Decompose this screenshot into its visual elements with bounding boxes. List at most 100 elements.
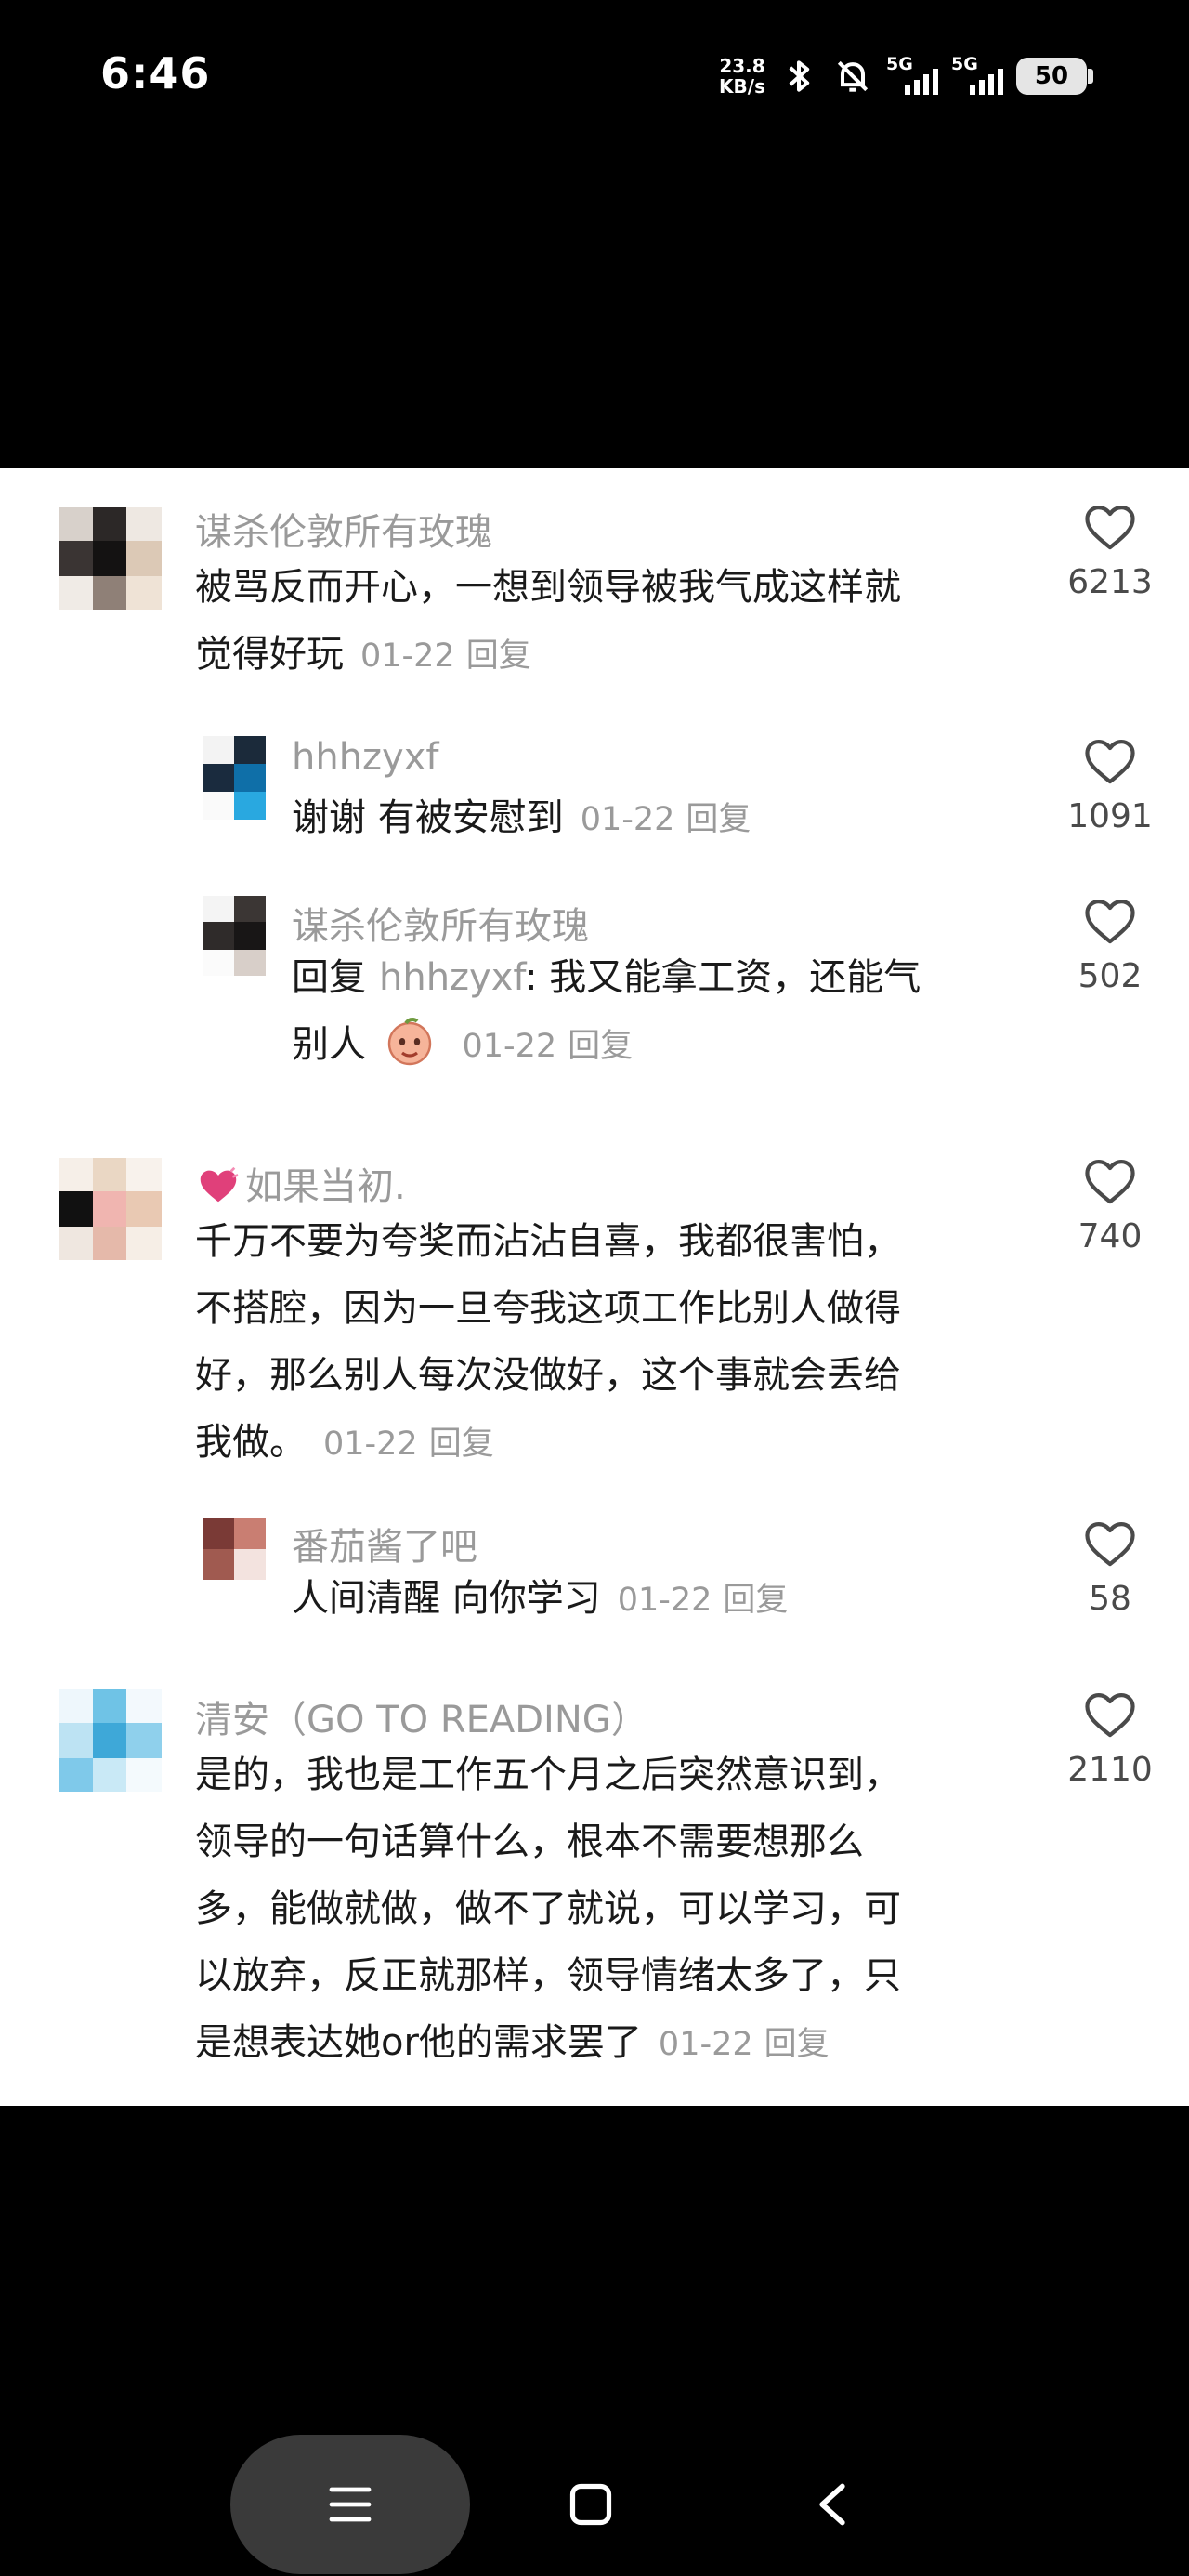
comment-list: 谋杀伦敦所有玫瑰 被骂反而开心，一想到领导被我气成这样就 觉得好玩 01-22 回复…	[0, 468, 1189, 2106]
reply-line-text: 谢谢 有被安慰到	[292, 796, 564, 839]
avatar[interactable]	[59, 507, 162, 610]
avatar[interactable]	[203, 736, 266, 820]
home-button[interactable]	[535, 2435, 647, 2574]
comment-line: 好，那么别人每次没做好，这个事就会丢给	[195, 1354, 901, 1397]
reply-line: 回复 hhhzyxf: 我又能拿工资，还能气	[292, 944, 1035, 1011]
reply-text: 回复 hhhzyxf: 我又能拿工资，还能气 别人 01-22 回复	[292, 944, 1035, 1080]
comment-line: 多，能做就做，做不了就说，可以学习，可	[195, 1887, 901, 1930]
network-speed-value: 23.8	[719, 55, 765, 77]
like-button[interactable]: 1091	[1059, 736, 1161, 835]
like-button[interactable]: 58	[1059, 1518, 1161, 1618]
reply-username[interactable]: 番茄酱了吧	[292, 1517, 477, 1571]
reply-text: 人间清醒 向你学习 01-22 回复	[292, 1565, 1035, 1634]
reply-target-username[interactable]: hhhzyxf	[379, 956, 525, 999]
comment-item: 谋杀伦敦所有玫瑰 被骂反而开心，一想到领导被我气成这样就 觉得好玩 01-22 回复…	[0, 468, 1189, 710]
status-icons: 23.8 KB/s 5G 5G 50	[719, 52, 1093, 100]
heart-outline-icon	[1085, 1693, 1135, 1738]
reply-button[interactable]: 回复	[568, 1028, 633, 1065]
heart-outline-icon	[1085, 740, 1135, 784]
menu-icon	[329, 2487, 372, 2522]
signal-sim2: 5G	[951, 54, 1003, 99]
comment-username-row[interactable]: 如果当初.	[195, 1156, 406, 1210]
comment-date: 01-22	[323, 1426, 418, 1463]
comment-line-text: 我做。	[195, 1421, 307, 1464]
avatar[interactable]	[203, 1518, 266, 1580]
peach-emoji	[387, 1018, 431, 1066]
avatar[interactable]	[59, 1158, 162, 1260]
navigation-bar	[0, 2435, 1189, 2576]
comment-date: 01-22	[462, 1028, 557, 1065]
reply-line-text: : 我又能拿工资，还能气	[525, 956, 921, 999]
comment-line: 我做。 01-22 回复	[195, 1409, 1031, 1478]
comment-line: 千万不要为夸奖而沾沾自喜，我都很害怕，	[195, 1220, 901, 1263]
comment-line: 是想表达她or他的需求罢了 01-22 回复	[195, 2009, 1031, 2078]
bell-muted-icon	[837, 60, 869, 92]
avatar[interactable]	[203, 896, 266, 976]
reply-username[interactable]: hhhzyxf	[292, 736, 438, 779]
comment-line-text: 觉得好玩	[195, 633, 344, 676]
status-bar: 6:46 23.8 KB/s 5G 5G 50	[0, 0, 1189, 158]
like-button[interactable]: 6213	[1059, 502, 1161, 601]
heart-outline-icon	[1085, 900, 1135, 944]
like-count: 58	[1089, 1580, 1131, 1618]
comment-item: 如果当初. 千万不要为夸奖而沾沾自喜，我都很害怕， 不搭腔，因为一旦夸我这项工作…	[0, 1137, 1189, 1491]
like-count: 502	[1078, 957, 1143, 995]
reply-button[interactable]: 回复	[723, 1582, 788, 1619]
comment-date: 01-22	[658, 2026, 753, 2063]
avatar[interactable]	[59, 1689, 162, 1792]
reply-line-text: 别人	[292, 1023, 366, 1066]
bluetooth-icon	[789, 60, 810, 92]
heart-outline-icon	[1085, 1522, 1135, 1567]
heart-outline-icon	[1085, 506, 1135, 550]
battery-indicator: 50	[1016, 58, 1093, 95]
comment-line: 是的，我也是工作五个月之后突然意识到，	[195, 1754, 901, 1796]
comment-line: 领导的一句话算什么，根本不需要想那么	[195, 1820, 864, 1863]
reply-button[interactable]: 回复	[429, 1426, 494, 1463]
comment-text: 千万不要为夸奖而沾沾自喜，我都很害怕， 不搭腔，因为一旦夸我这项工作比别人做得 …	[195, 1208, 1031, 1478]
comment-username[interactable]: 如果当初.	[245, 1165, 406, 1208]
reply-item: hhhzyxf 谢谢 有被安慰到 01-22 回复 1091	[0, 719, 1189, 859]
like-button[interactable]: 502	[1059, 896, 1161, 995]
reply-username[interactable]: 谋杀伦敦所有玫瑰	[292, 896, 589, 950]
reply-text: 谢谢 有被安慰到 01-22 回复	[292, 784, 1035, 853]
comment-date: 01-22	[617, 1582, 712, 1619]
back-chevron-icon	[819, 2483, 845, 2526]
like-count: 2110	[1067, 1751, 1153, 1789]
network-speed-unit: KB/s	[719, 75, 765, 98]
reply-line: 谢谢 有被安慰到 01-22 回复	[292, 784, 1035, 853]
network-speed: 23.8 KB/s	[719, 56, 765, 97]
comment-line: 不搭腔，因为一旦夸我这项工作比别人做得	[195, 1287, 901, 1330]
comment-date: 01-22	[580, 801, 675, 838]
comment-text: 是的，我也是工作五个月之后突然意识到， 领导的一句话算什么，根本不需要想那么 多…	[195, 1741, 1031, 2078]
reply-button[interactable]: 回复	[764, 2026, 830, 2063]
signal-bars-icon	[970, 69, 1003, 95]
comment-text: 被骂反而开心，一想到领导被我气成这样就 觉得好玩 01-22 回复	[195, 554, 1031, 690]
reply-line: 人间清醒 向你学习 01-22 回复	[292, 1565, 1035, 1634]
reply-prefix: 回复	[292, 956, 366, 999]
comment-item: 清安（GO TO READING） 是的，我也是工作五个月之后突然意识到， 领导…	[0, 1673, 1189, 2100]
like-count: 1091	[1067, 797, 1153, 835]
like-button[interactable]: 2110	[1059, 1689, 1161, 1789]
battery-level: 50	[1034, 62, 1069, 90]
signal-bars-icon	[905, 69, 938, 95]
like-count: 6213	[1067, 563, 1153, 601]
reply-line-text: 人间清醒 向你学习	[292, 1577, 601, 1620]
square-home-icon	[569, 2483, 612, 2526]
like-count: 740	[1078, 1217, 1143, 1255]
reply-line: 别人 01-22 回复	[292, 1011, 1035, 1080]
comment-date: 01-22	[360, 637, 455, 675]
reply-button[interactable]: 回复	[466, 637, 531, 675]
comment-line: 以放弃，反正就那样，领导情绪太多了，只	[195, 1954, 901, 1997]
comment-username[interactable]: 谋杀伦敦所有玫瑰	[195, 502, 492, 556]
comment-username[interactable]: 清安（GO TO READING）	[195, 1689, 648, 1743]
like-button[interactable]: 740	[1059, 1156, 1161, 1255]
status-time: 6:46	[100, 48, 211, 99]
comment-line-text: 是想表达她or他的需求罢了	[195, 2021, 642, 2064]
comment-line: 觉得好玩 01-22 回复	[195, 621, 1031, 690]
signal-sim1: 5G	[886, 54, 938, 99]
reply-button[interactable]: 回复	[686, 801, 751, 838]
comment-line: 被骂反而开心，一想到领导被我气成这样就	[195, 566, 901, 609]
back-button[interactable]	[777, 2435, 888, 2574]
reply-item: 谋杀伦敦所有玫瑰 回复 hhhzyxf: 我又能拿工资，还能气 别人 01-22 回…	[0, 877, 1189, 1091]
menu-button[interactable]	[230, 2435, 470, 2574]
